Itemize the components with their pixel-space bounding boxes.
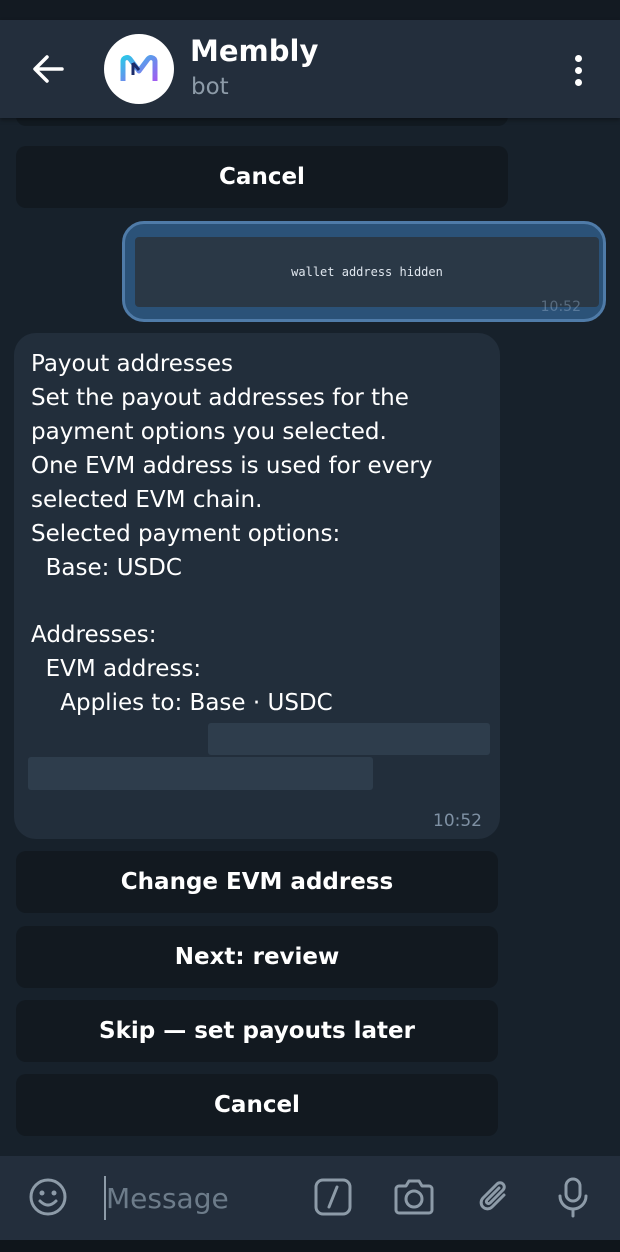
chat-title[interactable]: Membly <box>190 34 318 68</box>
dot-icon <box>574 66 582 74</box>
message-line: selected EVM chain. <box>31 487 263 513</box>
message-list[interactable]: Cancel wallet address hidden 10:52 Payou… <box>0 118 620 1156</box>
arrow-left-icon <box>33 55 64 83</box>
outgoing-message[interactable]: wallet address hidden 10:52 <box>122 221 606 322</box>
incoming-message[interactable]: Payout addresses Set the payout addresse… <box>14 333 500 839</box>
emoji-button[interactable] <box>25 1174 71 1220</box>
message-line: Applies to: Base · USDC <box>31 690 333 716</box>
avatar[interactable] <box>104 34 174 104</box>
button-label: Change EVM address <box>120 869 394 895</box>
message-line: EVM address: <box>31 656 202 682</box>
status-bar <box>0 0 620 20</box>
camera-button[interactable] <box>391 1174 437 1220</box>
button-label: Next: review <box>174 944 340 970</box>
message-line: One EVM address is used for every <box>31 453 433 479</box>
paperclip-icon <box>479 1181 506 1211</box>
button-label: Skip — set payouts later <box>99 1018 415 1044</box>
change-evm-address-button[interactable]: Change EVM address <box>16 851 498 913</box>
more-menu-button[interactable] <box>560 48 596 92</box>
bot-commands-button[interactable] <box>310 1174 356 1220</box>
chat-subtitle: bot <box>191 74 229 100</box>
message-time: 10:52 <box>433 811 482 831</box>
dot-icon <box>574 78 582 86</box>
voice-button[interactable] <box>550 1174 596 1220</box>
dot-icon <box>574 54 582 62</box>
redacted-address <box>28 757 373 790</box>
skip-payouts-button[interactable]: Skip — set payouts later <box>16 1000 498 1062</box>
cancel-button-label: Cancel <box>219 164 305 190</box>
message-line: Selected payment options: <box>31 521 341 547</box>
hidden-address-text: wallet address hidden <box>291 265 443 279</box>
message-composer <box>0 1156 620 1240</box>
message-line: payment options you selected. <box>31 419 387 445</box>
message-line: Set the payout addresses for the <box>31 385 409 411</box>
redacted-address <box>208 723 490 755</box>
camera-icon <box>394 1179 434 1215</box>
message-line <box>31 585 491 618</box>
membly-logo-icon <box>120 55 158 81</box>
cancel-button-top[interactable]: Cancel <box>16 146 508 208</box>
message-line: Payout addresses <box>31 351 234 377</box>
next-review-button[interactable]: Next: review <box>16 926 498 988</box>
message-time: 10:52 <box>540 299 581 315</box>
slash-command-icon <box>314 1178 352 1216</box>
attach-button[interactable] <box>472 1174 518 1220</box>
emoji-icon <box>29 1178 67 1216</box>
message-text: Payout addresses Set the payout addresse… <box>31 347 491 720</box>
message-input[interactable] <box>104 1176 294 1220</box>
message-line: Addresses: <box>31 622 157 648</box>
button-label: Cancel <box>214 1092 300 1118</box>
microphone-icon <box>558 1177 588 1218</box>
chat-header: Membly bot <box>0 20 620 118</box>
keyboard-button-partial[interactable] <box>16 118 508 126</box>
navigation-bar <box>0 1240 620 1252</box>
message-line: Base: USDC <box>31 555 182 581</box>
back-button[interactable] <box>22 46 74 92</box>
hidden-wallet-address: wallet address hidden <box>135 237 599 307</box>
cancel-button[interactable]: Cancel <box>16 1074 498 1136</box>
